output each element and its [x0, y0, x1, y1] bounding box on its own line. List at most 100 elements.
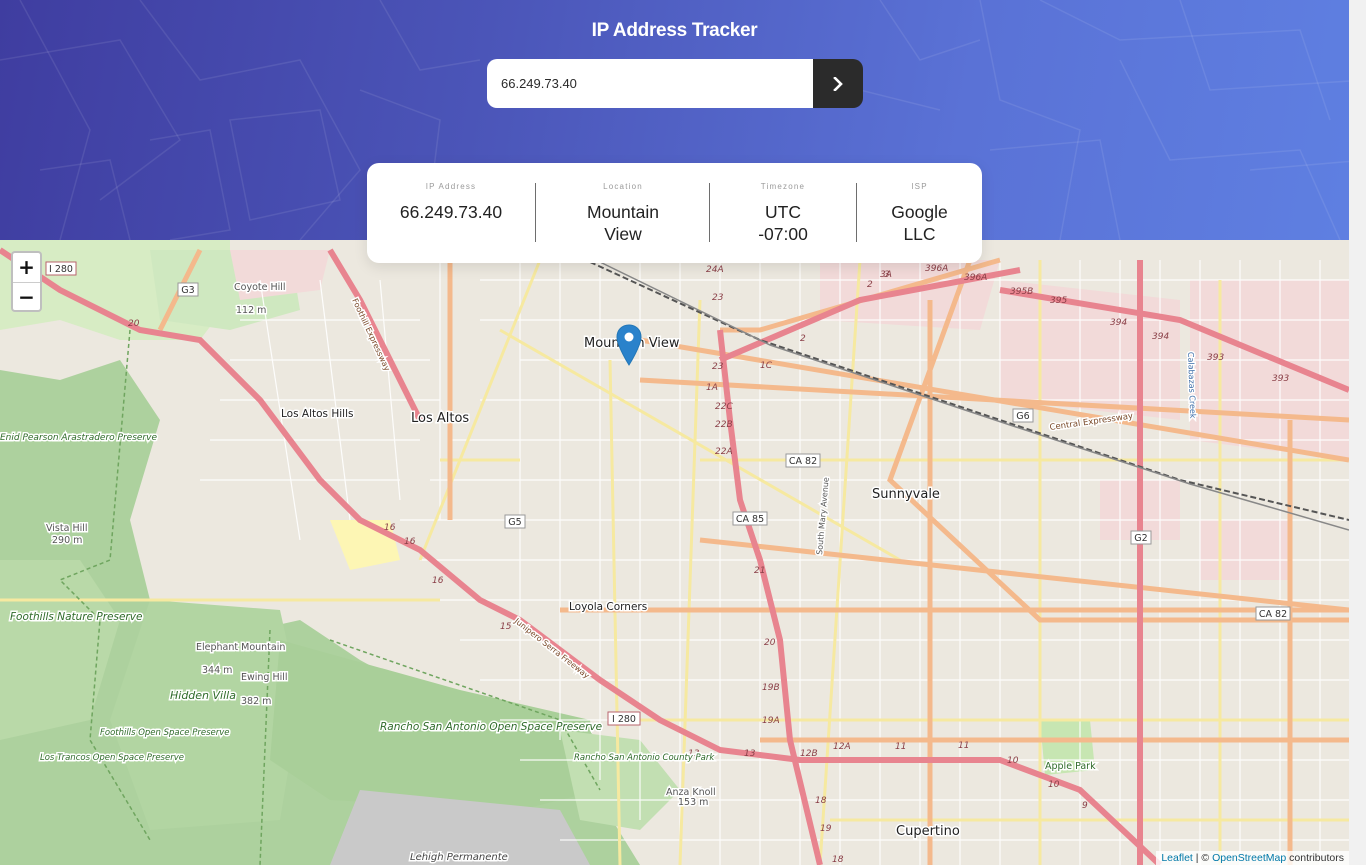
- svg-text:G3: G3: [181, 285, 194, 296]
- place-enid-pearson: Enid Pearson Arastradero Preserve: [0, 433, 157, 443]
- chevron-right-icon: [833, 76, 843, 91]
- place-foothills-osp: Foothills Open Space Preserve: [100, 728, 230, 738]
- isp-cell: ISP Google LLC: [857, 163, 982, 263]
- svg-text:22B: 22B: [715, 420, 733, 430]
- svg-text:15: 15: [500, 622, 512, 632]
- label-junipero-serra: Junipero Serra Freeway: [512, 616, 591, 681]
- ip-info-card: IP Address 66.249.73.40 Location Mountai…: [367, 163, 982, 263]
- svg-text:23: 23: [712, 362, 724, 372]
- svg-text:I 280: I 280: [612, 714, 636, 725]
- svg-text:CA 85: CA 85: [736, 514, 764, 525]
- commercial-areas: [230, 250, 1349, 580]
- svg-text:1A: 1A: [706, 383, 718, 393]
- map-marker-icon[interactable]: [616, 324, 642, 366]
- svg-text:CA 82: CA 82: [1259, 609, 1287, 620]
- timezone-value: UTC -07:00: [758, 202, 808, 244]
- ip-address-label: IP Address: [425, 182, 477, 191]
- svg-text:393: 393: [1207, 353, 1224, 363]
- isp-label: ISP: [911, 182, 928, 191]
- svg-text:396A: 396A: [964, 273, 987, 283]
- svg-text:16: 16: [384, 523, 396, 533]
- map-tiles: I 280 G3 G5 G6 G2 CA 82 CA 85 I 280 CA 8…: [0, 240, 1349, 865]
- shield-i280: I 280: [607, 711, 641, 726]
- attribution-separator: | ©: [1192, 852, 1213, 864]
- svg-text:22A: 22A: [715, 447, 733, 457]
- shield-g3: G3: [177, 282, 199, 297]
- svg-text:18: 18: [832, 855, 844, 865]
- location-cell: Location Mountain View: [536, 163, 710, 263]
- svg-text:395B: 395B: [1010, 287, 1033, 297]
- svg-text:16: 16: [404, 537, 416, 547]
- svg-text:23: 23: [712, 293, 724, 303]
- svg-text:I 280: I 280: [49, 264, 73, 275]
- svg-text:22C: 22C: [715, 402, 733, 412]
- search-submit-button[interactable]: [813, 59, 863, 108]
- svg-text:12B: 12B: [800, 749, 818, 759]
- isp-value: Google LLC: [891, 202, 948, 244]
- svg-text:G5: G5: [508, 517, 521, 528]
- place-apple-park: Apple Park: [1045, 761, 1096, 772]
- attribution-suffix: contributors: [1286, 852, 1344, 864]
- shield-ca85: CA 85: [732, 511, 768, 526]
- svg-text:G6: G6: [1016, 411, 1029, 422]
- svg-text:2: 2: [867, 280, 873, 290]
- place-los-altos: Los Altos: [411, 411, 469, 426]
- place-hidden-villa: Hidden Villa: [170, 689, 236, 702]
- svg-text:20: 20: [764, 638, 776, 648]
- place-coyote-hill-elev: 112 m: [236, 305, 266, 316]
- svg-text:18: 18: [815, 796, 827, 806]
- svg-text:393: 393: [1272, 374, 1289, 384]
- place-anza-knoll-elev: 153 m: [678, 797, 708, 808]
- timezone-label: Timezone: [760, 182, 806, 191]
- svg-text:19A: 19A: [762, 716, 780, 726]
- map-view[interactable]: I 280 G3 G5 G6 G2 CA 82 CA 85 I 280 CA 8…: [0, 240, 1349, 865]
- svg-text:2: 2: [800, 334, 806, 344]
- svg-text:20: 20: [128, 319, 140, 329]
- svg-text:16: 16: [432, 576, 444, 586]
- shield-i280: I 280: [45, 261, 77, 276]
- svg-text:11: 11: [895, 742, 906, 752]
- page-scrollbar[interactable]: [1349, 0, 1366, 865]
- svg-text:13: 13: [744, 749, 756, 759]
- svg-text:396A: 396A: [925, 264, 948, 274]
- shield-ca82: CA 82: [785, 453, 821, 468]
- svg-text:10: 10: [1048, 780, 1060, 790]
- zoom-control: + −: [11, 251, 42, 312]
- page-title: IP Address Tracker: [591, 20, 758, 41]
- svg-text:11: 11: [958, 741, 969, 751]
- svg-text:3: 3: [884, 270, 890, 280]
- place-elephant-mountain: Elephant Mountain: [196, 642, 285, 653]
- svg-text:12A: 12A: [833, 742, 851, 752]
- location-value: Mountain View: [587, 202, 659, 244]
- place-vista-hill-elev: 290 m: [52, 535, 82, 546]
- shield-g5: G5: [504, 514, 526, 529]
- place-los-trancos: Los Trancos Open Space Preserve: [40, 753, 184, 763]
- shield-g2: G2: [1130, 530, 1152, 545]
- leaflet-link[interactable]: Leaflet: [1161, 852, 1193, 864]
- timezone-cell: Timezone UTC -07:00: [710, 163, 856, 263]
- svg-text:19B: 19B: [762, 683, 780, 693]
- shield-g6: G6: [1012, 408, 1034, 423]
- place-ewing-hill-elev: 382 m: [241, 696, 271, 707]
- place-vista-hill: Vista Hill: [46, 523, 88, 534]
- zoom-in-button[interactable]: +: [13, 253, 40, 283]
- svg-text:G2: G2: [1134, 533, 1147, 544]
- ip-address-cell: IP Address 66.249.73.40: [367, 163, 535, 263]
- svg-text:21: 21: [754, 566, 765, 576]
- svg-text:10: 10: [1007, 756, 1019, 766]
- place-loyola-corners: Loyola Corners: [569, 601, 647, 613]
- svg-text:1C: 1C: [760, 361, 773, 371]
- place-foothills-nature-preserve: Foothills Nature Preserve: [10, 611, 142, 623]
- osm-link[interactable]: OpenStreetMap: [1212, 852, 1286, 864]
- ip-address-value: 66.249.73.40: [399, 202, 503, 222]
- svg-text:CA 82: CA 82: [789, 456, 817, 467]
- svg-text:394: 394: [1110, 318, 1127, 328]
- ip-search-input[interactable]: [487, 59, 813, 108]
- place-rancho-san-antonio-cp: Rancho San Antonio County Park: [574, 753, 715, 763]
- location-label: Location: [603, 182, 643, 191]
- svg-text:19: 19: [820, 824, 832, 834]
- search-bar: [487, 59, 863, 108]
- zoom-out-button[interactable]: −: [13, 283, 40, 312]
- place-lehigh: Lehigh Permanente: [410, 852, 508, 863]
- place-coyote-hill: Coyote Hill: [234, 282, 286, 293]
